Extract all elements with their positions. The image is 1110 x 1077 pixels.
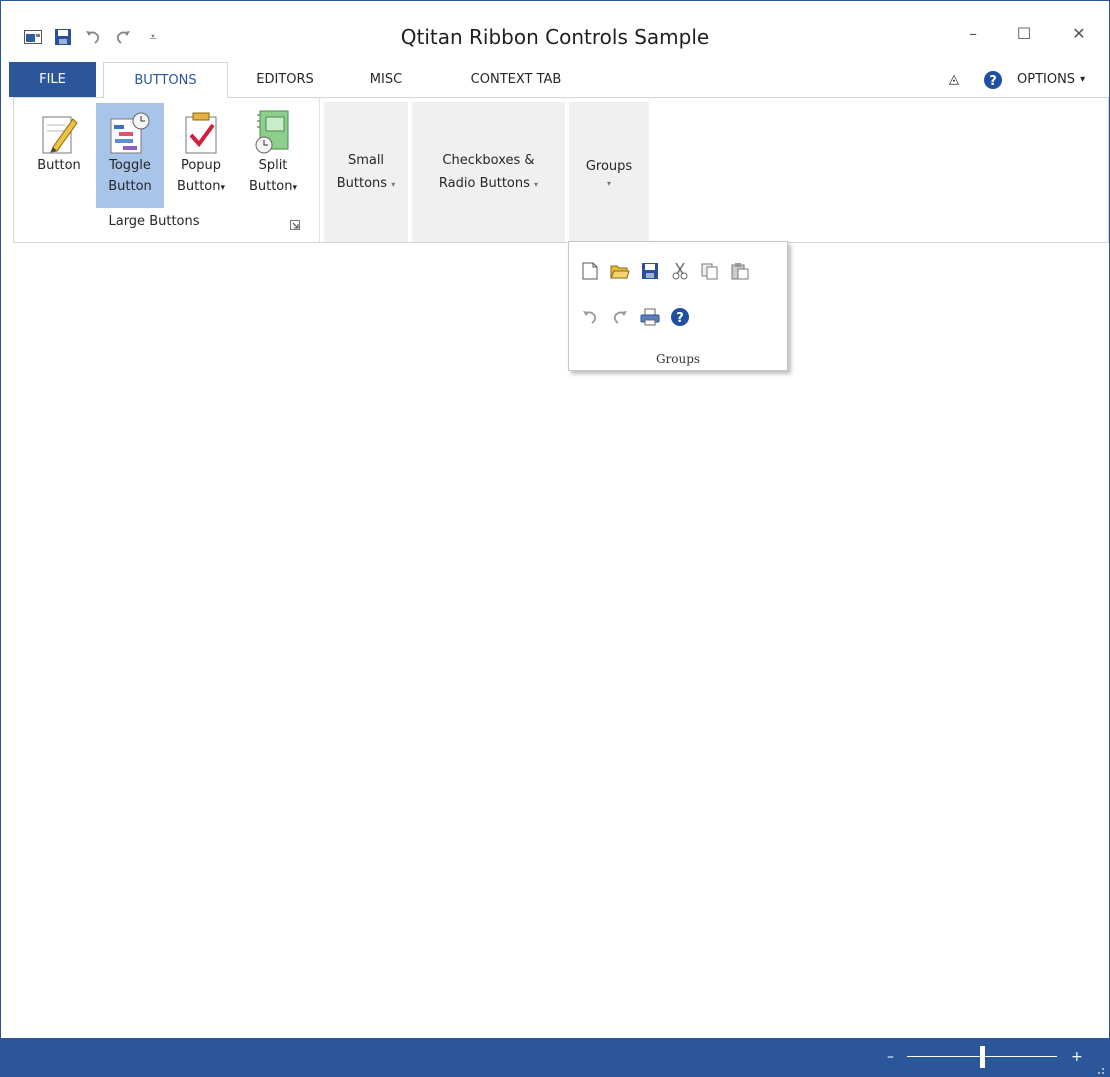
window-title: Qtitan Ribbon Controls Sample <box>400 25 710 49</box>
dropdown-arrow-icon: ▾ <box>534 179 539 189</box>
zoom-slider-thumb[interactable] <box>979 1046 985 1068</box>
paste-icon[interactable] <box>729 260 751 282</box>
popup-button[interactable]: Popup Button▾ <box>170 103 232 208</box>
options-arrow-icon: ▾ <box>1080 74 1086 85</box>
tab-editors[interactable]: EDITORS <box>239 62 331 97</box>
new-icon[interactable] <box>579 260 601 282</box>
large-button[interactable]: Button <box>30 103 88 208</box>
schedule-clock-icon <box>108 107 152 155</box>
checkboxes-radio-group[interactable]: Checkboxes & Radio Buttons ▾ <box>412 102 565 242</box>
cut-icon[interactable] <box>669 260 691 282</box>
popup-button-label-line2: Button▾ <box>176 179 226 194</box>
popup-button-label-line1: Popup <box>180 158 222 173</box>
close-button[interactable]: ✕ <box>1059 19 1099 47</box>
options-menu[interactable]: OPTIONS ▾ <box>1017 62 1085 97</box>
pencil-page-icon <box>37 107 81 155</box>
large-buttons-group: Button Toggle Button Popup Button▾ Split… <box>14 98 320 242</box>
button-label: Button <box>37 158 81 173</box>
small-buttons-group[interactable]: Small Buttons ▾ <box>324 102 408 242</box>
tab-context[interactable]: CONTEXT TAB <box>451 62 581 97</box>
ribbon-panel: Button Toggle Button Popup Button▾ Split… <box>13 97 1109 243</box>
resize-grip-icon[interactable] <box>1095 1064 1105 1074</box>
maximize-button[interactable]: ☐ <box>1004 19 1044 47</box>
groups-popup: ? Groups <box>568 241 788 371</box>
toggle-button-label-line2: Button <box>108 179 152 194</box>
checkboxes-label-line2: Radio Buttons ▾ <box>438 175 539 191</box>
split-button-label-line1: Split <box>258 158 288 173</box>
groups-popup-label: Groups <box>655 352 701 366</box>
tab-misc[interactable]: MISC <box>351 62 421 97</box>
options-label: OPTIONS <box>1017 72 1076 87</box>
undo-icon[interactable] <box>579 306 601 328</box>
small-buttons-label-line2: Buttons ▾ <box>336 175 396 191</box>
popup-row-1 <box>579 260 751 282</box>
svg-text:?: ? <box>989 74 997 89</box>
groups-label: Groups <box>585 158 633 174</box>
open-icon[interactable] <box>609 260 631 282</box>
redo-icon[interactable] <box>609 306 631 328</box>
save-icon[interactable] <box>639 260 661 282</box>
large-buttons-group-label: Large Buttons <box>108 214 200 229</box>
title-bar: ⩡ Qtitan Ribbon Controls Sample – ☐ ✕ <box>1 1 1109 61</box>
notebook-clock-icon <box>251 107 295 155</box>
clipboard-check-icon <box>179 107 223 155</box>
split-button-label-line2: Button▾ <box>248 179 298 194</box>
checkboxes-label-line1: Checkboxes & <box>442 152 535 168</box>
svg-text:?: ? <box>676 311 684 326</box>
dropdown-arrow-icon: ▾ <box>391 179 396 189</box>
help-icon[interactable]: ? <box>669 306 691 328</box>
dialog-launcher-icon[interactable] <box>290 219 300 230</box>
collapse-ribbon-icon[interactable]: ◬ <box>949 62 959 97</box>
popup-row-2: ? <box>579 306 691 328</box>
app-window: ⩡ Qtitan Ribbon Controls Sample – ☐ ✕ FI… <box>0 0 1110 1077</box>
groups-group[interactable]: Groups ▾ <box>569 102 649 242</box>
small-buttons-label-line1: Small <box>347 152 385 168</box>
toggle-button[interactable]: Toggle Button <box>96 103 164 208</box>
help-icon[interactable]: ? <box>983 62 1003 97</box>
tab-file[interactable]: FILE <box>9 62 96 97</box>
toggle-button-label-line1: Toggle <box>109 158 151 173</box>
tab-buttons[interactable]: BUTTONS <box>103 62 228 98</box>
zoom-slider[interactable] <box>907 1046 1057 1068</box>
copy-icon[interactable] <box>699 260 721 282</box>
ribbon-tab-bar: FILE BUTTONS EDITORS MISC CONTEXT TAB ◬ … <box>1 62 1109 98</box>
dropdown-arrow-icon: ▾ <box>606 178 611 188</box>
zoom-out-button[interactable]: – <box>887 1046 894 1068</box>
status-bar: – + <box>1 1038 1109 1076</box>
zoom-in-button[interactable]: + <box>1071 1046 1083 1068</box>
split-button[interactable]: Split Button▾ <box>239 103 307 208</box>
print-icon[interactable] <box>639 306 661 328</box>
minimize-button[interactable]: – <box>953 19 993 47</box>
